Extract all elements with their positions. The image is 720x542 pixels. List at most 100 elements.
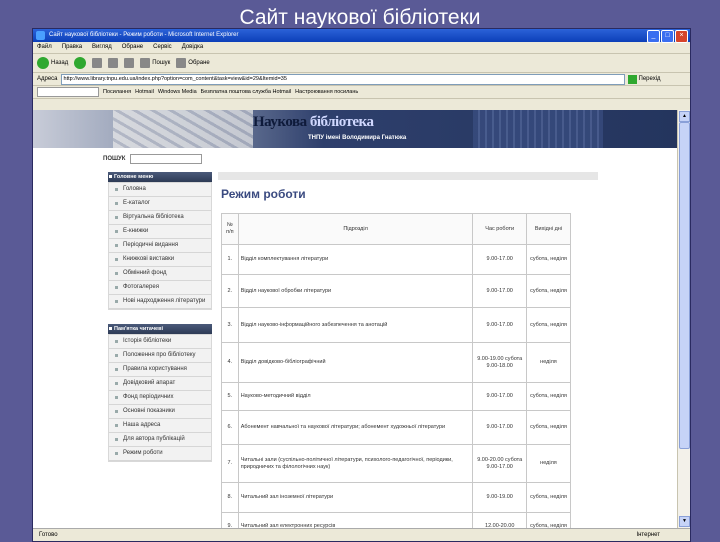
menu-view[interactable]: Вигляд xyxy=(92,42,112,53)
table-row: 7. Читальні зали (суспільно-політичної лі… xyxy=(221,444,572,483)
menu-item-ebooks[interactable]: Е-книжки xyxy=(109,225,211,239)
cell-time: 9.00-17.00 xyxy=(472,382,527,411)
cell-days-off: субота, неділя xyxy=(525,244,572,275)
cell-days-off: неділя xyxy=(525,342,572,383)
building-banner-image xyxy=(473,110,603,148)
back-button[interactable]: Назад xyxy=(37,57,68,69)
address-input[interactable]: http://www.library.tnpu.edu.ua/index.php… xyxy=(60,73,625,85)
link-item[interactable]: Hotmail xyxy=(135,89,154,95)
back-arrow-icon xyxy=(37,57,49,69)
cell-department: Відділ довідково-бібліографічний xyxy=(237,342,474,383)
cell-department: Відділ наукової обробки літератури xyxy=(237,274,474,308)
cell-days-off: субота, неділя xyxy=(525,512,572,528)
menu-item-gallery[interactable]: Фотогалерея xyxy=(109,281,211,295)
status-zone: Інтернет xyxy=(636,532,660,538)
menu-help[interactable]: Довідка xyxy=(182,42,204,53)
menu-item-virtual-library[interactable]: Віртуальна бібліотека xyxy=(109,211,211,225)
toolbar-search-input[interactable] xyxy=(37,87,99,97)
minimize-button[interactable]: _ xyxy=(647,30,660,43)
table-row: 4. Відділ довідково-бібліографічний 9.00-1… xyxy=(221,342,572,383)
address-label: Адреса xyxy=(37,76,58,82)
cell-department: Читальний зал іноземної літератури xyxy=(237,482,474,513)
toolbar: Назад Пошук Обране xyxy=(33,54,690,73)
link-item[interactable]: Посилання xyxy=(103,89,131,95)
main-menu-title: Головне меню xyxy=(108,172,212,182)
main-content: Режим роботи № п/п Підрозділ Час роботи … xyxy=(218,172,598,528)
cell-department: Відділ науково-інформаційного забезпечен… xyxy=(237,307,474,343)
menu-item-exchange-fund[interactable]: Обмінний фонд xyxy=(109,267,211,281)
menu-item-reference[interactable]: Довідковий апарат xyxy=(109,377,211,391)
stop-button[interactable] xyxy=(92,58,103,68)
site-logo[interactable]: Наукова бібліотека xyxy=(253,114,374,131)
menu-item-exhibitions[interactable]: Книжкові виставки xyxy=(109,253,211,267)
table-row: 3. Відділ науково-інформаційного забезпеч… xyxy=(221,307,572,343)
menu-item-rules[interactable]: Правила користування xyxy=(109,363,211,377)
menu-tools[interactable]: Сервіс xyxy=(153,42,172,53)
menu-item-working-hours[interactable]: Режим роботи xyxy=(109,447,211,461)
cell-number: 5. xyxy=(221,382,239,411)
scrollbar-thumb[interactable] xyxy=(679,122,690,449)
slide-title: Сайт наукової бібліотеки xyxy=(239,6,481,29)
link-item[interactable]: Настроювання посилань xyxy=(295,89,358,95)
go-button[interactable]: Перехід xyxy=(627,74,661,84)
scroll-up-icon[interactable]: ▲ xyxy=(679,111,690,122)
go-arrow-icon xyxy=(627,74,637,84)
ie-icon xyxy=(36,31,45,40)
menu-item-ecatalog[interactable]: Е-каталог xyxy=(109,197,211,211)
search-label: ПОШУК xyxy=(103,156,126,162)
cell-number: 6. xyxy=(221,410,239,445)
menu-favorites[interactable]: Обране xyxy=(122,42,143,53)
table-row: 9. Читальний зал електронних ресурсів 12.0… xyxy=(221,512,572,528)
menu-edit[interactable]: Правка xyxy=(62,42,82,53)
refresh-icon xyxy=(108,58,119,68)
cell-department: Науково-методичний відділ xyxy=(237,382,474,411)
menu-item-address[interactable]: Наша адреса xyxy=(109,419,211,433)
vertical-scrollbar[interactable]: ▲ ▼ xyxy=(677,110,690,528)
menu-item-indicators[interactable]: Основні показники xyxy=(109,405,211,419)
cell-time: 9.00-17.00 xyxy=(472,274,527,308)
cell-time: 9.00-17.00 xyxy=(472,244,527,275)
status-text: Готово xyxy=(39,532,58,538)
cell-days-off: субота, неділя xyxy=(525,482,572,513)
menu-item-periodicals-fund[interactable]: Фонд періодичних xyxy=(109,391,211,405)
menu-file[interactable]: Файл xyxy=(37,42,52,53)
cell-days-off: субота, неділя xyxy=(525,410,572,445)
sidebar: Головне меню Головна Е-каталог Віртуальн… xyxy=(108,172,212,462)
maximize-button[interactable]: □ xyxy=(661,30,674,43)
menu-item-regulations[interactable]: Положення про бібліотеку xyxy=(109,349,211,363)
menu-item-for-authors[interactable]: Для автора публікацій xyxy=(109,433,211,447)
menu-item-periodicals[interactable]: Періодичні видання xyxy=(109,239,211,253)
menu-item-home[interactable]: Головна xyxy=(109,183,211,197)
page-viewport: Наукова бібліотека ТНПУ імені Володимира… xyxy=(33,110,678,528)
close-button[interactable]: × xyxy=(675,30,688,43)
browser-window: Сайт наукової бібліотеки - Режим роботи … xyxy=(32,28,691,542)
reader-menu-title: Пам'ятка читачеві xyxy=(108,324,212,334)
site-header: Наукова бібліотека ТНПУ імені Володимира… xyxy=(33,110,678,148)
link-item[interactable]: Безплатна поштова служба Hotmail xyxy=(201,89,292,95)
main-menu: Головна Е-каталог Віртуальна бібліотека … xyxy=(108,182,212,310)
link-item[interactable]: Windows Media xyxy=(158,89,197,95)
table-row: 6. Абонемент навчальної та наукової літер… xyxy=(221,410,572,445)
forward-button[interactable] xyxy=(74,57,87,69)
favorites-button[interactable]: Обране xyxy=(176,58,210,68)
search-button[interactable]: Пошук xyxy=(140,58,170,68)
menu-item-new-arrivals[interactable]: Нові надходження літератури xyxy=(109,295,211,309)
search-icon xyxy=(140,58,151,68)
stop-icon xyxy=(92,58,103,68)
table-row: 2. Відділ наукової обробки літератури 9.00… xyxy=(221,274,572,308)
window-titlebar: Сайт наукової бібліотеки - Режим роботи … xyxy=(33,29,690,43)
refresh-button[interactable] xyxy=(108,58,119,68)
window-title: Сайт наукової бібліотеки - Режим роботи … xyxy=(49,32,239,38)
site-search-input[interactable] xyxy=(130,154,203,164)
cell-time: 9.00-19.00 xyxy=(472,482,527,513)
home-button[interactable] xyxy=(124,58,135,68)
address-bar: Адреса http://www.library.tnpu.edu.ua/in… xyxy=(33,73,690,86)
content-top-bar xyxy=(218,172,598,180)
menu-item-history[interactable]: Історія бібліотеки xyxy=(109,335,211,349)
table-header-row: № п/п Підрозділ Час роботи Вихідні дні xyxy=(221,213,572,245)
scroll-down-icon[interactable]: ▼ xyxy=(679,516,690,527)
table-row: 1. Відділ комплектування літератури 9.00-1… xyxy=(221,244,572,275)
cell-number: 1. xyxy=(221,244,239,275)
cell-department: Абонемент навчальної та наукової літерат… xyxy=(237,410,474,445)
cell-time: 9.00-20.00 субота 9.00-17.00 xyxy=(472,444,527,483)
